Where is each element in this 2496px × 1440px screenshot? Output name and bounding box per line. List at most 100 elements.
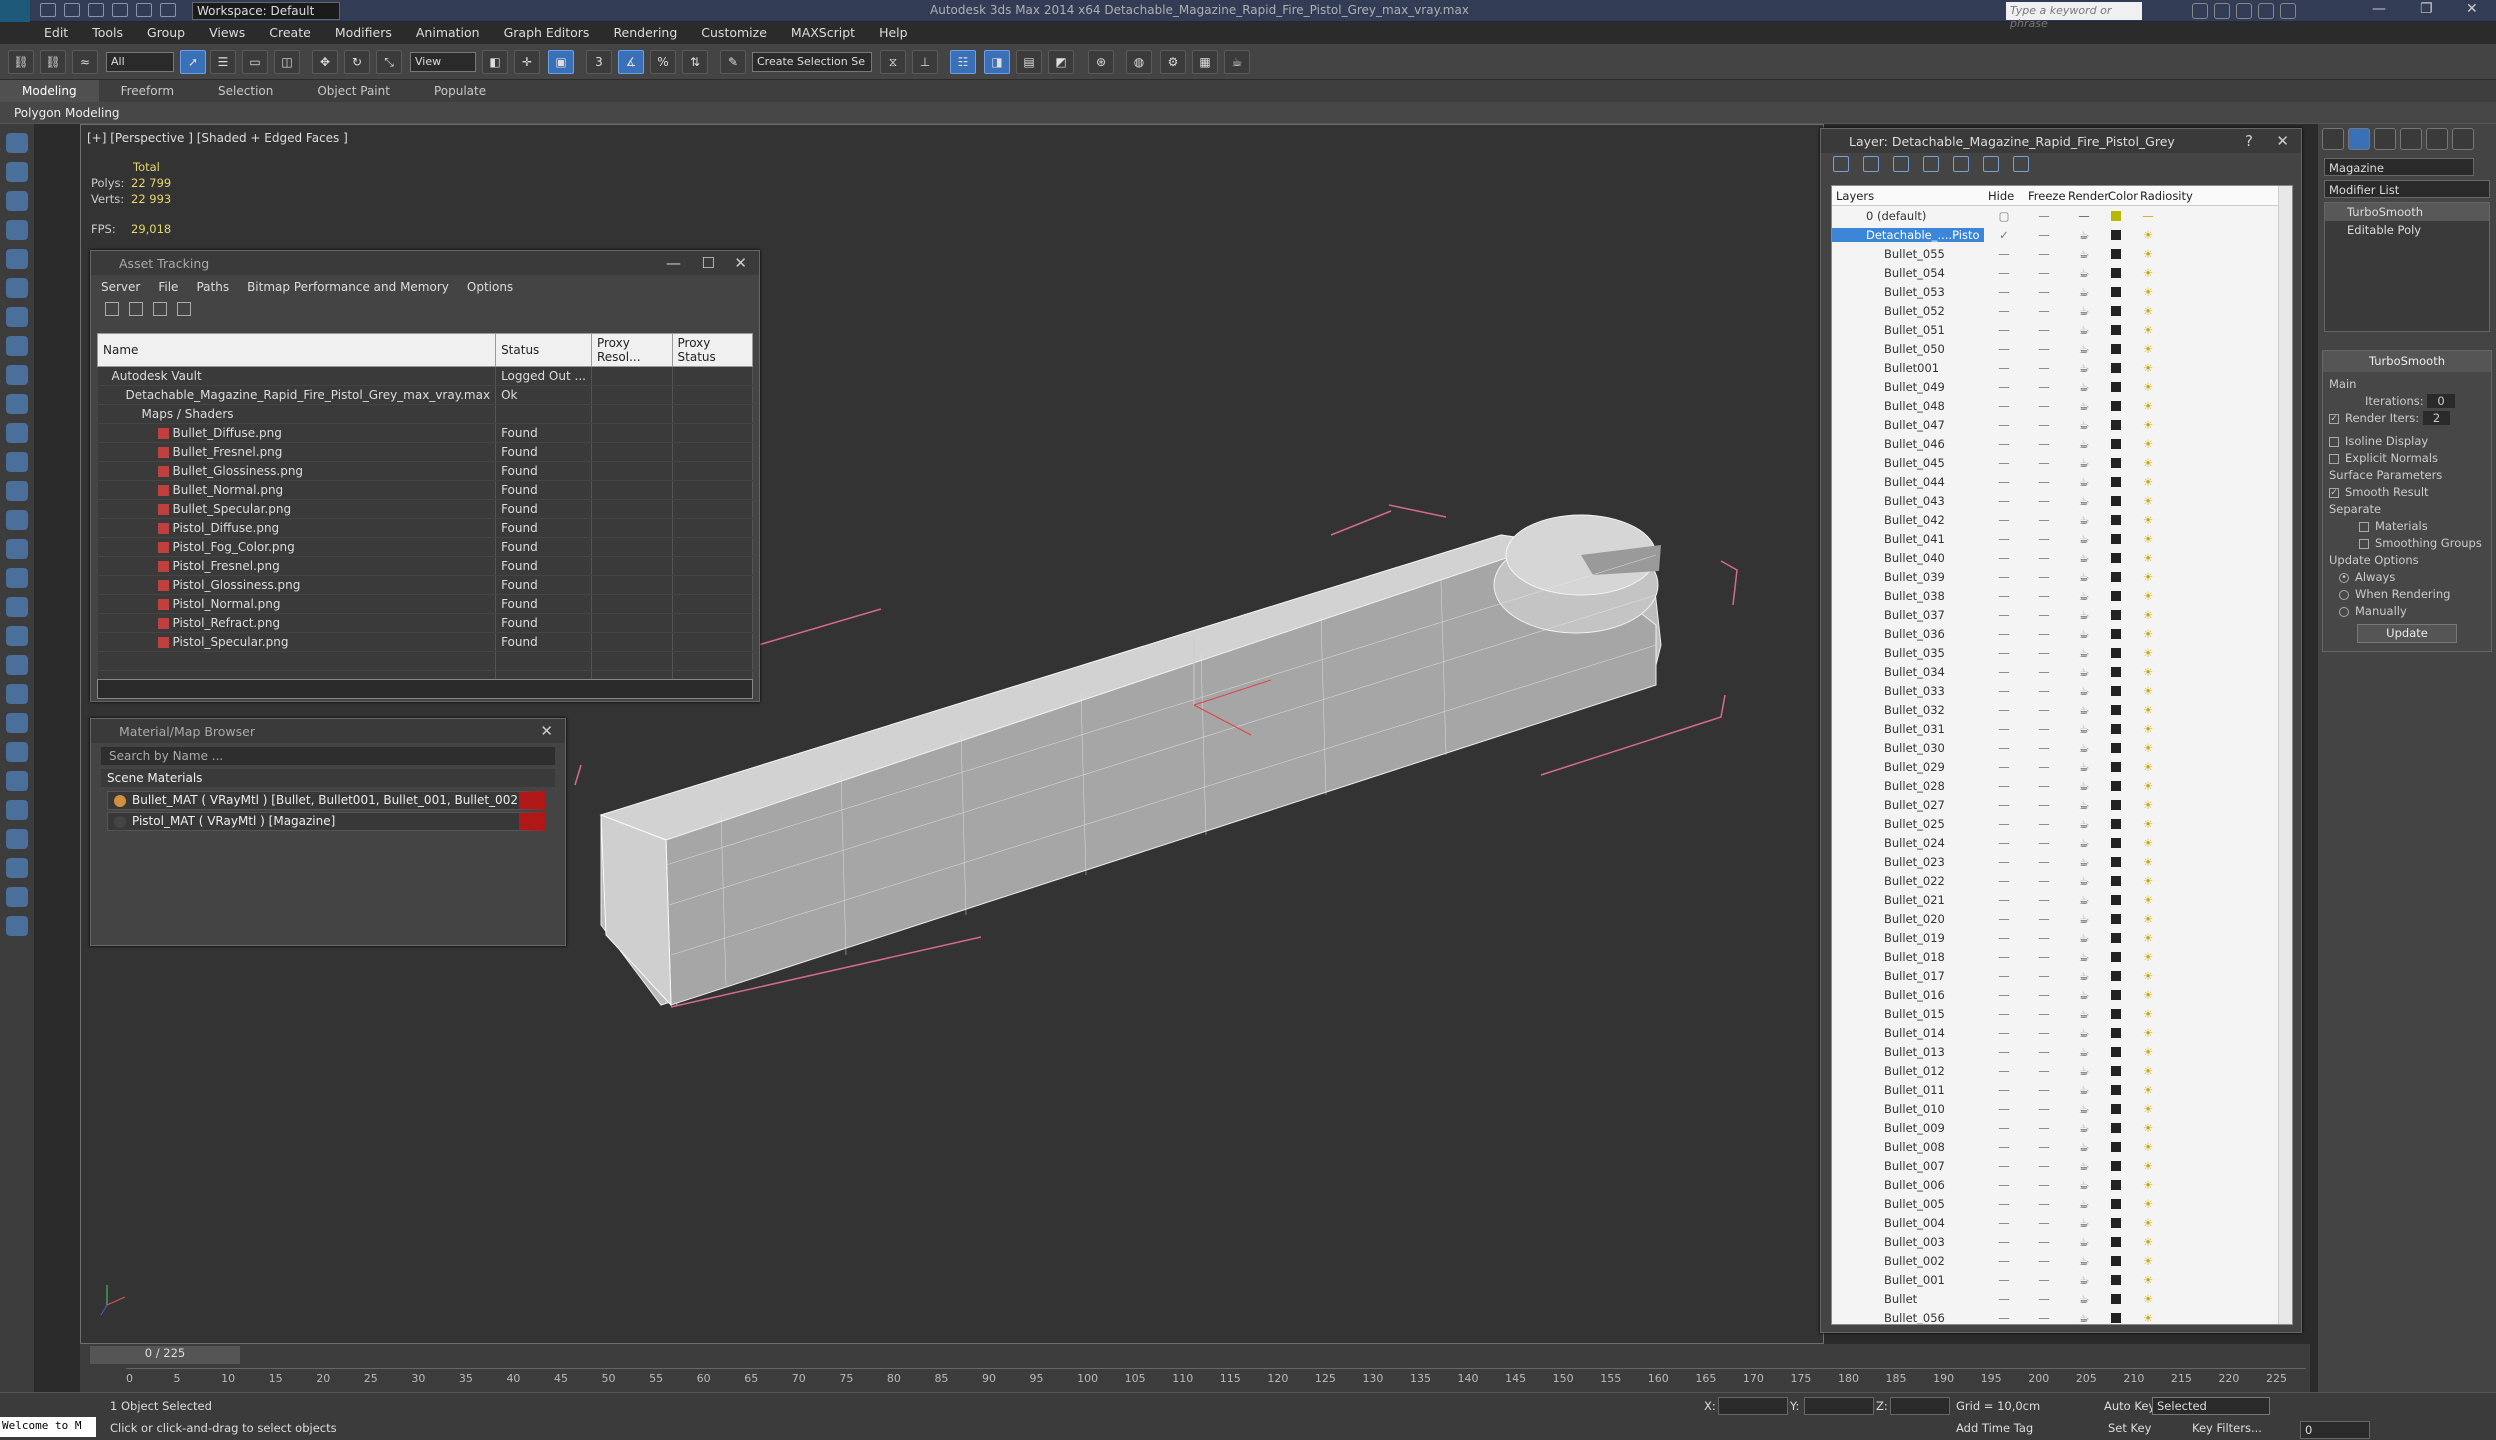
tool-icon-22[interactable] <box>6 742 28 762</box>
layer-object-row[interactable]: Bullet_024— — ☕ ☀ <box>1832 833 2292 852</box>
hide-toggle[interactable]: — <box>1984 893 2024 907</box>
render-toggle[interactable]: ☕ <box>2064 1235 2104 1249</box>
radiosity-toggle[interactable]: ☀ <box>2128 836 2168 850</box>
tool-icon-1[interactable] <box>6 133 28 153</box>
layer-object-row[interactable]: Bullet_003— — ☕ ☀ <box>1832 1232 2292 1251</box>
menu-file[interactable]: File <box>158 280 178 294</box>
tab-selection[interactable]: Selection <box>196 80 295 102</box>
polygon-modeling-label[interactable]: Polygon Modeling <box>14 106 120 120</box>
render-toggle[interactable]: ☕ <box>2064 1064 2104 1078</box>
hide-toggle[interactable]: — <box>1984 1102 2024 1116</box>
hide-toggle[interactable]: — <box>1984 304 2024 318</box>
reference-coordinate-dropdown[interactable]: View <box>410 52 476 72</box>
render-toggle[interactable]: ☕ <box>2064 608 2104 622</box>
render-setup-icon[interactable]: ⚙ <box>1160 50 1186 74</box>
layer-object-row[interactable]: Bullet_019— — ☕ ☀ <box>1832 928 2292 947</box>
radiosity-toggle[interactable]: ☀ <box>2128 1045 2168 1059</box>
render-toggle[interactable]: ☕ <box>2064 874 2104 888</box>
open-icon[interactable] <box>64 3 80 17</box>
menu-paths[interactable]: Paths <box>196 280 229 294</box>
asset-row[interactable]: Bullet_Glossiness.png Found <box>97 461 754 481</box>
render-toggle[interactable]: ☕ <box>2064 931 2104 945</box>
freeze-toggle[interactable]: — <box>2024 1102 2064 1116</box>
hide-toggle[interactable]: — <box>1984 342 2024 356</box>
when-rendering-radio[interactable] <box>2339 589 2349 600</box>
menu-views[interactable]: Views <box>197 22 257 44</box>
radiosity-toggle[interactable]: ☀ <box>2128 437 2168 451</box>
render-toggle[interactable]: ☕ <box>2064 456 2104 470</box>
radiosity-toggle[interactable]: ☀ <box>2128 475 2168 489</box>
save-icon[interactable] <box>88 3 104 17</box>
hide-toggle[interactable]: — <box>1984 1083 2024 1097</box>
select-by-name-icon[interactable]: ☰ <box>210 50 236 74</box>
close-icon[interactable]: ✕ <box>734 254 747 272</box>
new-layer-icon[interactable] <box>1833 156 1849 172</box>
freeze-toggle[interactable]: — <box>2024 988 2064 1002</box>
tool-icon-28[interactable] <box>6 916 28 936</box>
select-object-icon[interactable]: ➚ <box>180 50 206 74</box>
maxscript-listener[interactable]: Welcome to M <box>0 1417 96 1437</box>
radiosity-toggle[interactable]: ☀ <box>2128 418 2168 432</box>
freeze-toggle[interactable]: — <box>2024 1083 2064 1097</box>
radiosity-toggle[interactable]: ☀ <box>2128 798 2168 812</box>
col-proxy-status[interactable]: Proxy Status <box>671 333 754 367</box>
freeze-toggle[interactable]: — <box>2024 532 2064 546</box>
asset-row[interactable]: Bullet_Specular.png Found <box>97 499 754 519</box>
radiosity-toggle[interactable]: ☀ <box>2128 494 2168 508</box>
tool-icon-13[interactable] <box>6 481 28 501</box>
layer-object-row[interactable]: Bullet_023— — ☕ ☀ <box>1832 852 2292 871</box>
menu-rendering[interactable]: Rendering <box>601 22 689 44</box>
layer-object-row[interactable]: Bullet_031— — ☕ ☀ <box>1832 719 2292 738</box>
asset-row[interactable]: Pistol_Glossiness.png Found <box>97 575 754 595</box>
tool-icon-15[interactable] <box>6 539 28 559</box>
radiosity-toggle[interactable]: ☀ <box>2128 1311 2168 1325</box>
freeze-toggle[interactable]: — <box>2024 285 2064 299</box>
asset-row[interactable]: Detachable_Magazine_Rapid_Fire_Pistol_Gr… <box>97 385 754 405</box>
render-toggle[interactable]: ☕ <box>2064 589 2104 603</box>
menu-animation[interactable]: Animation <box>404 22 492 44</box>
radiosity-toggle[interactable]: ☀ <box>2128 855 2168 869</box>
render-toggle[interactable]: ☕ <box>2064 418 2104 432</box>
track-bar[interactable]: 0 5 10 15 20 25 30 35 40 45 50 55 60 65 70 75 80 85 90 95 10… <box>126 1368 2306 1390</box>
asset-row[interactable]: Pistol_Specular.png Found <box>97 632 754 652</box>
hide-toggle[interactable]: — <box>1984 627 2024 641</box>
help-icon[interactable]: ? <box>2245 132 2253 150</box>
render-toggle[interactable]: ☕ <box>2064 513 2104 527</box>
toggle-scene-explorer-icon[interactable]: ☷ <box>950 50 976 74</box>
hide-toggle[interactable]: — <box>1984 1273 2024 1287</box>
render-toggle[interactable]: ☕ <box>2064 950 2104 964</box>
hide-all-icon[interactable] <box>1983 156 1999 172</box>
hide-toggle[interactable]: — <box>1984 684 2024 698</box>
tool-icon-3[interactable] <box>6 191 28 211</box>
render-iters-checkbox[interactable]: ✓ <box>2329 413 2339 424</box>
menu-create[interactable]: Create <box>257 22 323 44</box>
radiosity-toggle[interactable]: ☀ <box>2128 551 2168 565</box>
hide-toggle[interactable]: — <box>1984 532 2024 546</box>
col-radiosity[interactable]: Radiosity <box>2136 186 2193 205</box>
hide-toggle[interactable]: — <box>1984 1140 2024 1154</box>
freeze-toggle[interactable]: — <box>2024 665 2064 679</box>
render-toggle[interactable]: ☕ <box>2064 817 2104 831</box>
freeze-toggle[interactable]: — <box>2024 798 2064 812</box>
schematic-view-icon[interactable]: ⊛ <box>1088 50 1114 74</box>
hide-toggle[interactable]: — <box>1984 741 2024 755</box>
manually-radio[interactable] <box>2339 606 2349 617</box>
scene-materials-group[interactable]: Scene Materials <box>101 769 555 787</box>
hide-toggle[interactable]: — <box>1984 323 2024 337</box>
tool-icon-6[interactable] <box>6 278 28 298</box>
layer-object-row[interactable]: Bullet_046— — ☕ ☀ <box>1832 434 2292 453</box>
render-toggle[interactable]: ☕ <box>2064 1121 2104 1135</box>
material-editor-icon[interactable]: ◍ <box>1126 50 1152 74</box>
freeze-toggle[interactable]: — <box>2024 855 2064 869</box>
freeze-toggle[interactable]: — <box>2024 1064 2064 1078</box>
hide-toggle[interactable]: — <box>1984 779 2024 793</box>
layer-object-row[interactable]: Bullet_040— — ☕ ☀ <box>1832 548 2292 567</box>
iterations-spinner[interactable]: 0 <box>2427 394 2455 408</box>
create-tab-icon[interactable] <box>2322 128 2344 150</box>
freeze-toggle[interactable]: — <box>2024 475 2064 489</box>
x-coordinate-field[interactable] <box>1718 1397 1788 1415</box>
freeze-toggle[interactable]: — <box>2024 608 2064 622</box>
render-toggle[interactable]: ☕ <box>2064 1159 2104 1173</box>
radiosity-toggle[interactable]: ☀ <box>2128 380 2168 394</box>
freeze-toggle[interactable]: — <box>2024 323 2064 337</box>
